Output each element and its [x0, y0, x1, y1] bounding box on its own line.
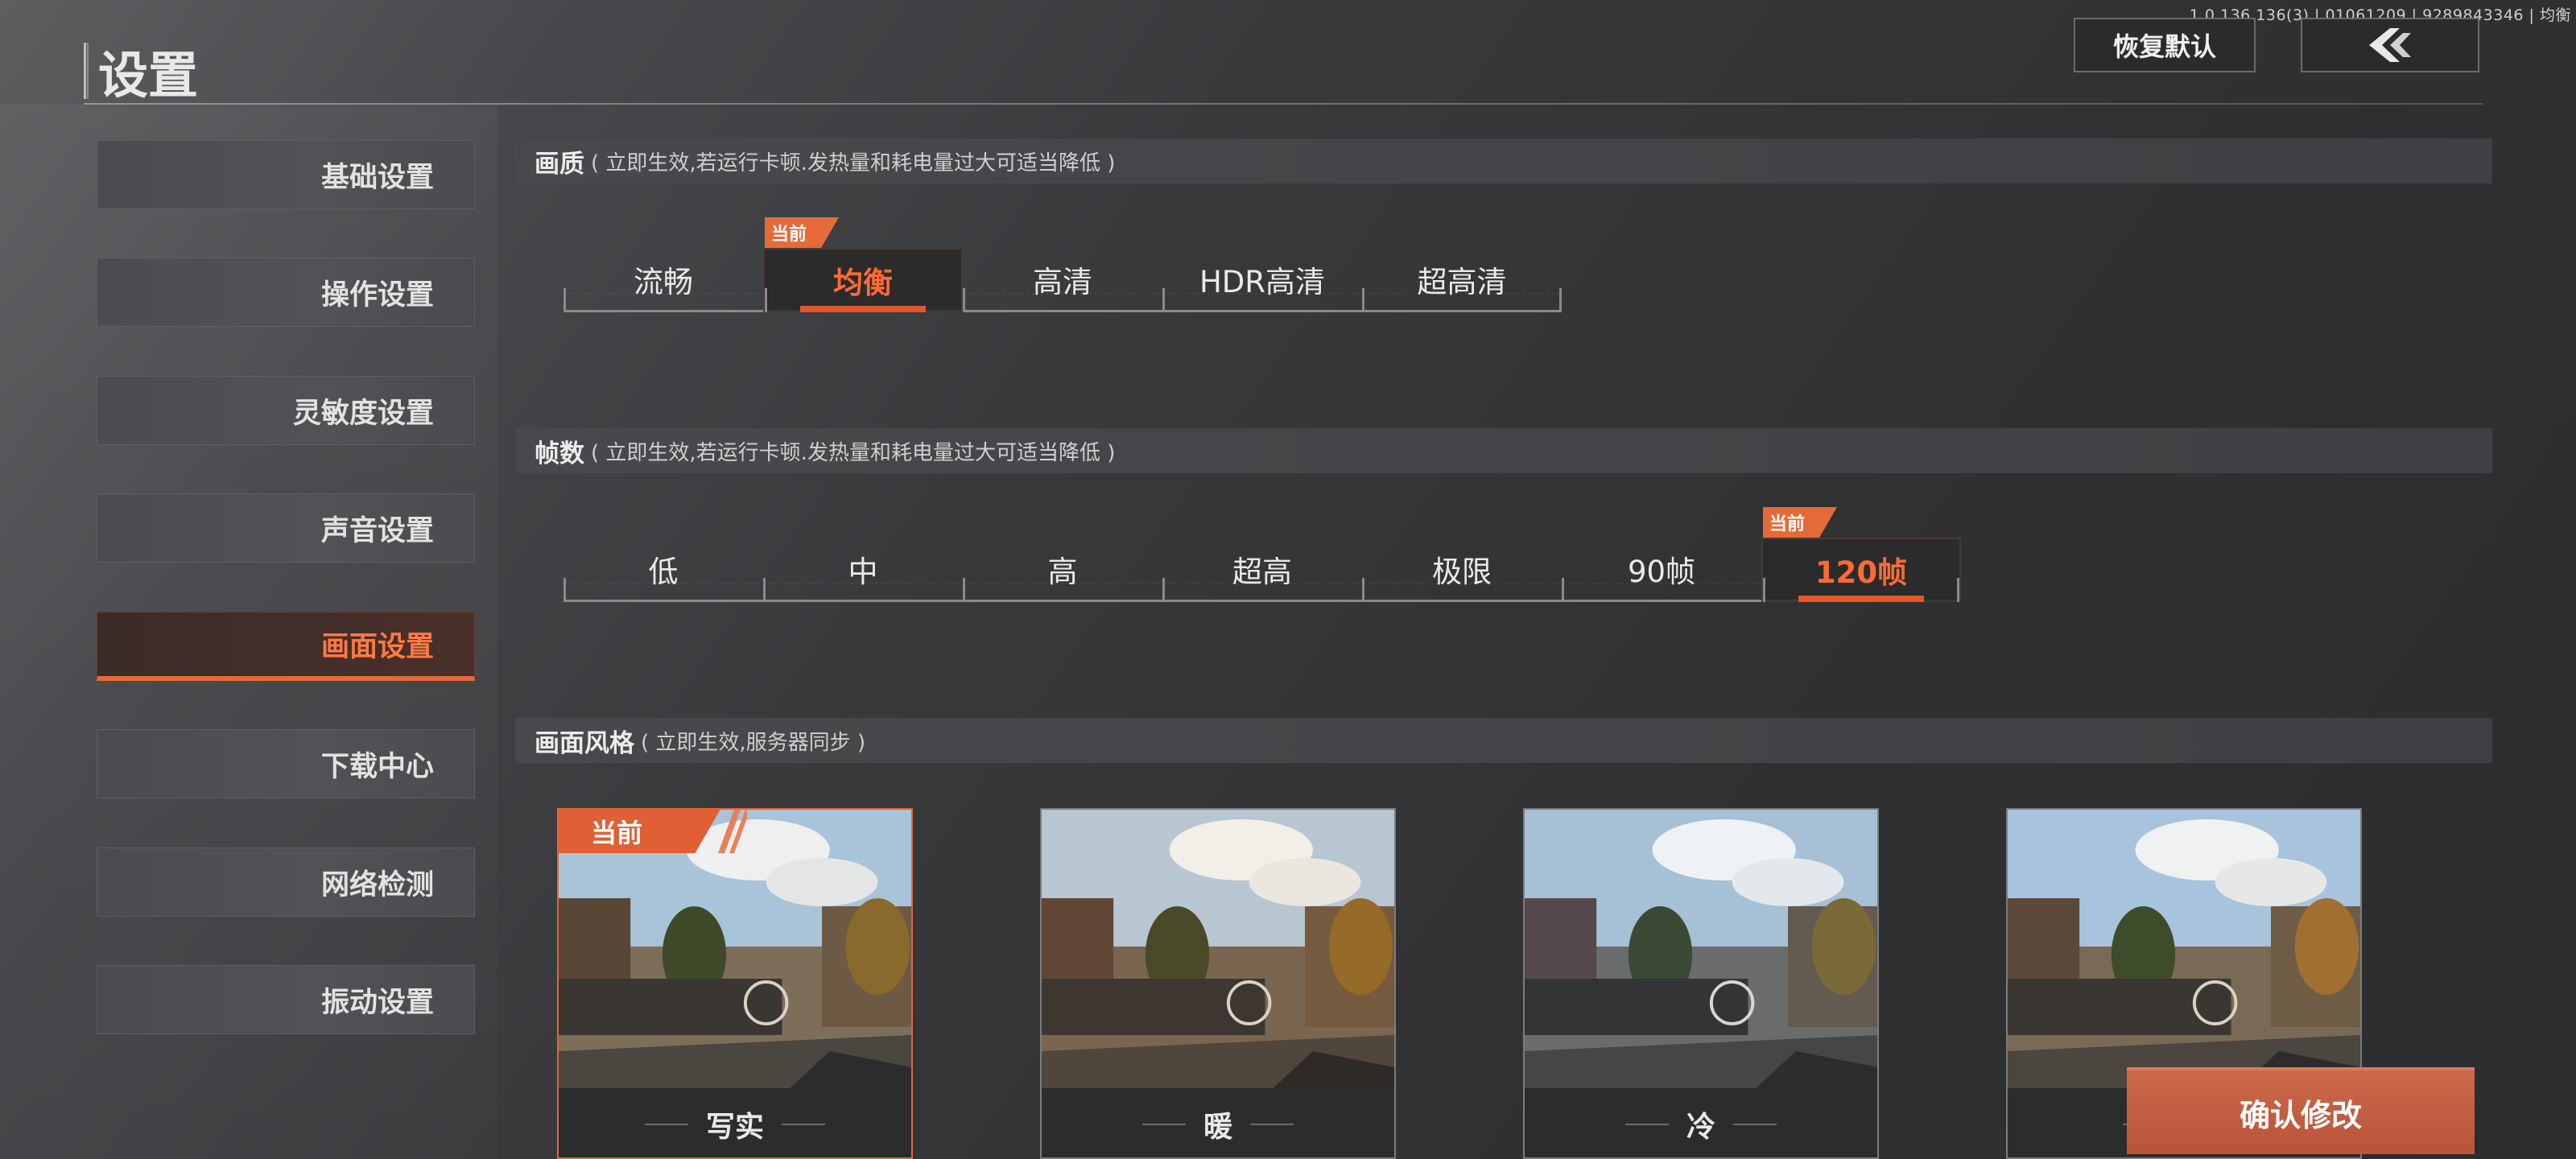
option-label: 120帧 — [1814, 555, 1908, 590]
sidebar-item-basic[interactable]: 基础设置 — [97, 140, 475, 209]
sidebar-item-vibration[interactable]: 振动设置 — [97, 965, 475, 1034]
sidebar-item-label: 振动设置 — [320, 986, 434, 1019]
current-tag: 当前 — [559, 810, 752, 853]
label-dash — [782, 1124, 825, 1125]
sidebar-item-label: 基础设置 — [320, 161, 434, 194]
quality-option-smooth[interactable]: 流畅 — [564, 248, 763, 312]
section-note: ( 立即生效,若运行卡顿.发热量和耗电量过大可适当降低 ) — [591, 151, 1116, 175]
section-title: 画面风格 — [535, 728, 634, 758]
card-label-text: 冷 — [1686, 1111, 1715, 1144]
scene-thumbnail — [1042, 810, 1394, 1088]
section-note: ( 立即生效,若运行卡顿.发热量和耗电量过大可适当降低 ) — [591, 440, 1116, 465]
selected-underline — [800, 306, 926, 312]
style-card-cool[interactable]: 冷 — [1523, 808, 1879, 1159]
chevron-left-icon — [2369, 28, 2411, 62]
sidebar-item-sound[interactable]: 声音设置 — [97, 493, 475, 563]
sidebar-item-label: 网络检测 — [320, 868, 434, 901]
current-tag: 当前 — [1763, 507, 1841, 538]
style-section-header: 画面风格 ( 立即生效,服务器同步 ) — [515, 718, 2492, 763]
scene-thumbnail — [2008, 810, 2360, 1088]
card-label-text: 写实 — [705, 1111, 764, 1144]
card-label: 冷 — [1525, 1088, 1877, 1157]
sidebar-item-controls[interactable]: 操作设置 — [97, 258, 475, 327]
framerate-section-header: 帧数 ( 立即生效,若运行卡顿.发热量和耗电量过大可适当降低 ) — [515, 428, 2492, 473]
framerate-option-90[interactable]: 90帧 — [1562, 538, 1761, 602]
sidebar-item-sensitivity[interactable]: 灵敏度设置 — [97, 376, 475, 445]
label-dash — [1733, 1124, 1777, 1125]
quality-options: 流畅 当前 均衡 高清 HDR高清 超高清 — [564, 217, 1562, 312]
tag-stripes-decoration — [718, 810, 747, 853]
quality-option-hd[interactable]: 高清 — [963, 248, 1162, 312]
card-label: 暖 — [1042, 1088, 1394, 1157]
sidebar-item-network[interactable]: 网络检测 — [97, 848, 475, 917]
selected-underline — [1798, 596, 1924, 602]
framerate-option-120[interactable]: 当前 120帧 — [1761, 507, 1961, 602]
label-dash — [1250, 1124, 1294, 1125]
sidebar-item-label: 操作设置 — [320, 278, 434, 311]
quality-option-ultra-hd[interactable]: 超高清 — [1362, 248, 1562, 312]
framerate-option-low[interactable]: 低 — [564, 538, 763, 602]
sidebar-item-label: 画面设置 — [320, 631, 434, 663]
quality-option-balanced[interactable]: 当前 均衡 — [763, 217, 963, 312]
section-title: 帧数 — [535, 439, 584, 468]
scene-thumbnail — [1525, 810, 1877, 1088]
framerate-options: 低 中 高 超高 极限 90帧 当前 120帧 — [564, 507, 1961, 602]
style-card-realistic[interactable]: 当前 写实 — [557, 808, 913, 1159]
option-label: 均衡 — [833, 265, 893, 300]
page-title: 设置 — [98, 46, 199, 105]
reset-default-button[interactable]: 恢复默认 — [2074, 18, 2256, 72]
section-note: ( 立即生效,服务器同步 ) — [641, 730, 866, 755]
confirm-button[interactable]: 确认修改 — [2127, 1067, 2475, 1154]
sidebar: 基础设置 操作设置 灵敏度设置 声音设置 画面设置 下载中心 网络检测 振动设置 — [0, 105, 497, 1159]
framerate-option-ultra[interactable]: 超高 — [1162, 538, 1362, 602]
label-dash — [1624, 1124, 1669, 1125]
current-tag: 当前 — [765, 217, 843, 248]
sidebar-item-graphics[interactable]: 画面设置 — [97, 612, 475, 681]
back-button[interactable] — [2301, 18, 2479, 72]
label-dash — [1141, 1124, 1186, 1125]
title-mark — [84, 43, 89, 99]
framerate-option-high[interactable]: 高 — [963, 538, 1162, 602]
current-tag-label: 当前 — [591, 818, 643, 848]
sidebar-item-label: 下载中心 — [320, 750, 434, 783]
card-label: 写实 — [559, 1088, 911, 1157]
sidebar-item-label: 灵敏度设置 — [292, 397, 434, 430]
label-dash — [644, 1124, 688, 1125]
sidebar-item-downloads[interactable]: 下载中心 — [97, 729, 475, 798]
section-title: 画质 — [535, 149, 584, 179]
sidebar-item-label: 声音设置 — [320, 514, 434, 547]
quality-option-hdr[interactable]: HDR高清 — [1162, 248, 1362, 312]
quality-section-header: 画质 ( 立即生效,若运行卡顿.发热量和耗电量过大可适当降低 ) — [515, 138, 2492, 184]
card-label-text: 暖 — [1203, 1111, 1232, 1144]
framerate-option-extreme[interactable]: 极限 — [1362, 538, 1562, 602]
page-title-bar: 设置 — [84, 40, 198, 105]
framerate-option-medium[interactable]: 中 — [763, 538, 963, 602]
style-card-warm[interactable]: 暖 — [1040, 808, 1396, 1159]
